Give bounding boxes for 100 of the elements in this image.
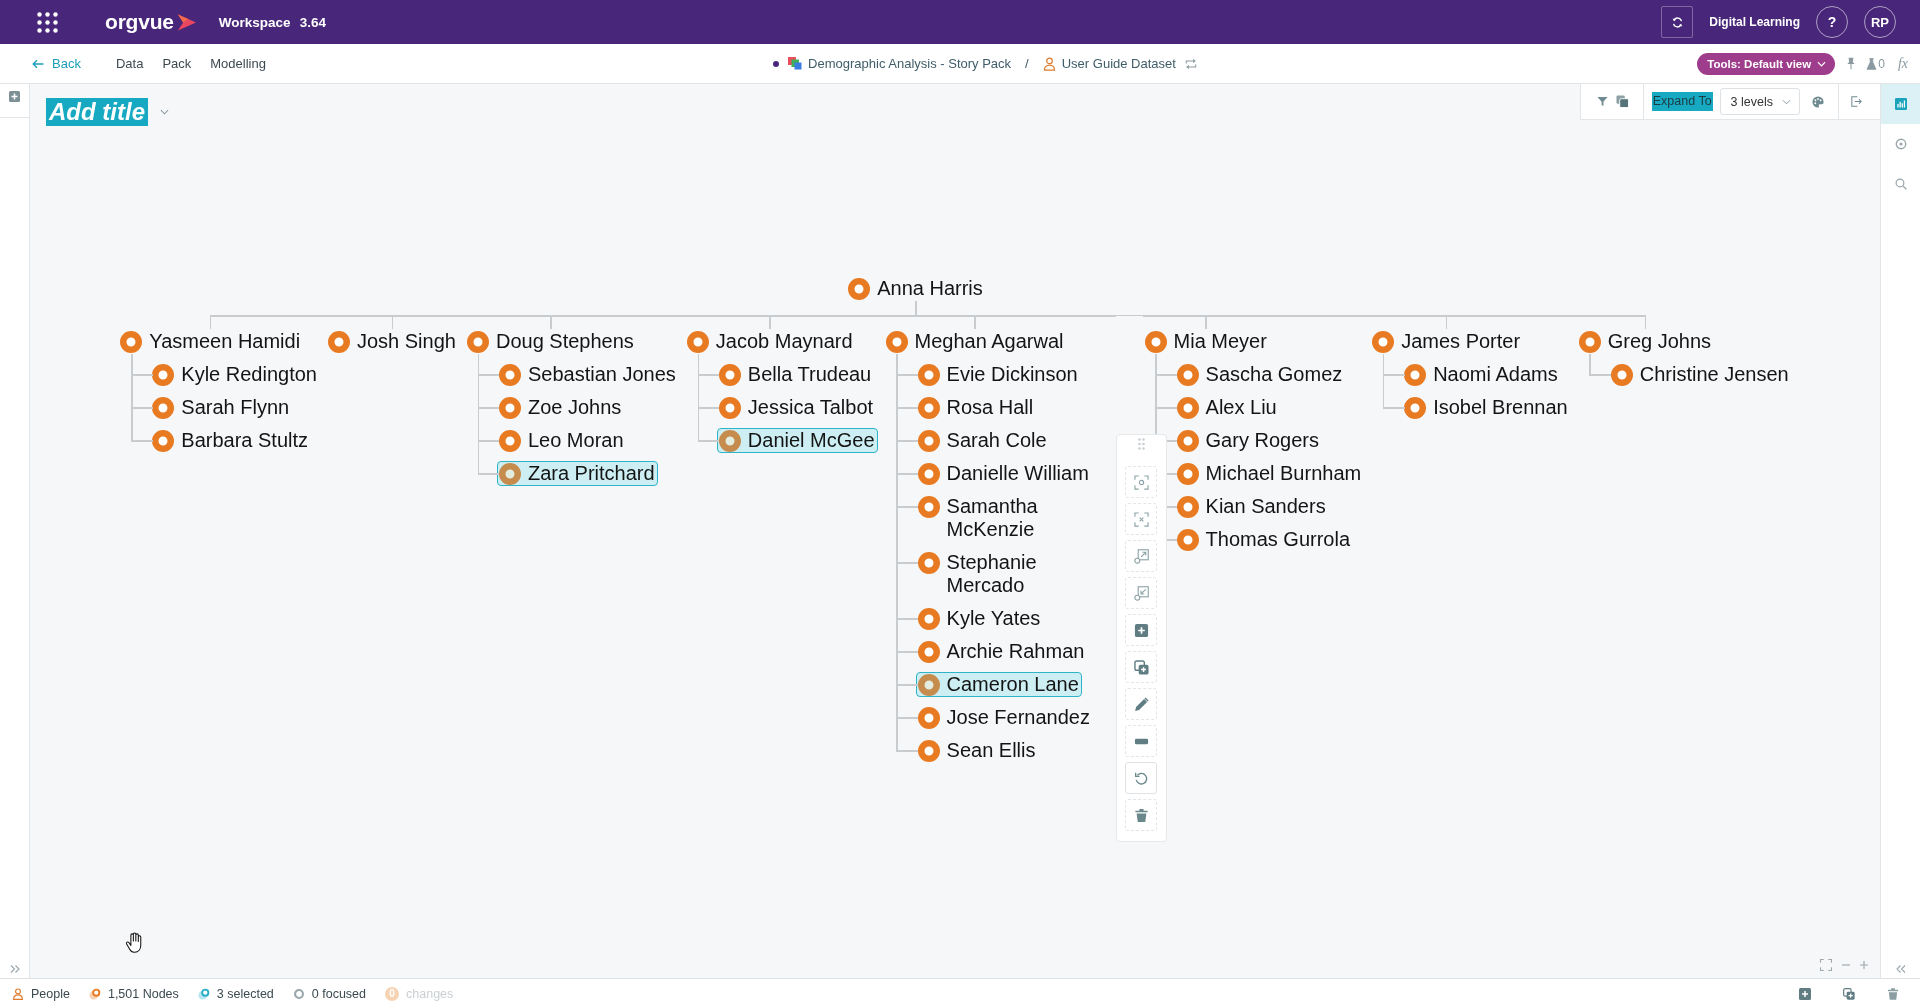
breadcrumb-link[interactable]: Demographic Analysis - Story Pack <box>808 56 1012 71</box>
tree-node[interactable]: Barbara Stultz <box>150 428 312 453</box>
undo-button[interactable] <box>1125 762 1158 794</box>
bracketed-x-icon <box>1133 511 1149 527</box>
chevron-down-icon[interactable] <box>160 109 169 115</box>
tree-node[interactable]: Isobel Brennan <box>1402 395 1571 420</box>
tree-node[interactable]: Anna Harris <box>846 276 986 301</box>
trash-icon[interactable] <box>1887 987 1899 1000</box>
nav-link[interactable]: Modelling <box>210 56 266 71</box>
tree-node[interactable]: Doug Stephens <box>464 329 637 354</box>
tree-node[interactable]: Gary Rogers <box>1174 428 1322 453</box>
breadcrumb-separator: / <box>1025 56 1029 71</box>
delete-button[interactable] <box>1125 799 1158 831</box>
focus-button[interactable] <box>1125 466 1158 498</box>
node-ring-icon <box>152 363 175 386</box>
tree-node[interactable]: Michael Burnham <box>1174 461 1365 486</box>
node-ring-icon <box>152 429 175 452</box>
node-ring-icon <box>917 363 940 386</box>
tree-node[interactable]: Zoe Johns <box>496 395 625 420</box>
arrow-out-square-icon <box>1133 548 1149 564</box>
tree-node[interactable]: Josh Singh <box>325 329 459 354</box>
zoom-out-icon[interactable] <box>1842 961 1850 969</box>
tree-node[interactable]: Jacob Maynard <box>684 329 856 354</box>
zoom-in-icon[interactable] <box>1860 961 1868 969</box>
chevron-down-icon <box>1782 98 1791 105</box>
node-ring-icon <box>1404 363 1427 386</box>
ring-icon <box>1894 138 1907 150</box>
levels-dropdown[interactable]: 3 levels <box>1719 88 1800 115</box>
product-name: Workspace <box>218 14 291 30</box>
node-ring-icon <box>917 640 940 663</box>
duplicate-icon[interactable] <box>1843 987 1855 1000</box>
tree-node[interactable]: Leo Moran <box>496 428 627 453</box>
person-icon <box>12 987 24 1000</box>
nav-link[interactable]: Data <box>115 56 144 71</box>
unfocus-button[interactable] <box>1125 503 1158 535</box>
tree-node[interactable]: Greg Johns <box>1576 329 1715 354</box>
tree-node[interactable]: Evie Dickinson <box>915 362 1081 387</box>
tree-node[interactable]: Sebastian Jones <box>496 362 679 387</box>
side-panel-tab[interactable] <box>1881 84 1920 124</box>
tree-node[interactable]: Cameron Lane <box>915 672 1082 697</box>
node-ring-icon <box>917 495 940 518</box>
filter-icon[interactable] <box>1596 96 1608 107</box>
tree-node[interactable]: Danielle William <box>915 461 1092 486</box>
tree-node[interactable]: Kyle Yates <box>915 606 1044 631</box>
sync-button[interactable] <box>1661 6 1694 38</box>
nav-link[interactable]: Pack <box>162 56 192 71</box>
tools-dropdown[interactable]: Tools: Default view <box>1697 52 1836 75</box>
edit-button[interactable] <box>1125 688 1158 720</box>
move-out-button[interactable] <box>1125 540 1158 572</box>
node-ring-icon <box>1176 528 1199 551</box>
tree-node[interactable]: Meghan Agarwal <box>883 329 1067 354</box>
double-chevron-left-icon[interactable] <box>1895 964 1906 974</box>
tree-node[interactable]: Zara Pritchard <box>496 461 658 486</box>
tree-node[interactable]: Rosa Hall <box>915 395 1037 420</box>
tree-node[interactable]: Archie Rahman <box>915 639 1088 664</box>
node-ring-icon <box>1176 396 1199 419</box>
stacked-squares-icon <box>788 57 803 70</box>
export-icon[interactable] <box>1851 96 1862 107</box>
breadcrumb-link[interactable]: User Guide Dataset <box>1061 56 1176 71</box>
tree-node[interactable]: James Porter <box>1370 329 1524 354</box>
trash-icon <box>1133 807 1149 823</box>
fullscreen-icon[interactable] <box>1820 959 1832 971</box>
tree-node[interactable]: Christine Jensen <box>1608 362 1792 387</box>
tree-node[interactable]: Samantha McKenzie <box>915 494 1110 542</box>
tree-node[interactable]: Jessica Talbot <box>716 395 877 420</box>
tree-node[interactable]: Sascha Gomez <box>1174 362 1346 387</box>
drag-handle-icon[interactable] <box>1137 438 1145 450</box>
duplicate-button[interactable] <box>1125 651 1158 683</box>
plus-square-icon[interactable] <box>1799 987 1811 1000</box>
node-ring-icon <box>885 330 908 353</box>
tree-node[interactable]: Naomi Adams <box>1402 362 1561 387</box>
tree-node[interactable]: Daniel McGee <box>716 428 878 453</box>
pin-icon[interactable] <box>1846 57 1857 70</box>
organisation-name[interactable]: Digital Learning <box>1709 15 1800 29</box>
status-text: 0 focused <box>311 986 367 1001</box>
tree-node[interactable]: Kian Sanders <box>1174 494 1329 519</box>
arrow-left-icon <box>32 58 44 69</box>
tree-node[interactable]: Sean Ellis <box>915 738 1039 763</box>
tree-node[interactable]: Mia Meyer <box>1142 329 1270 354</box>
remove-button[interactable] <box>1125 725 1158 757</box>
palette-icon[interactable] <box>1812 95 1824 108</box>
node-ring-icon <box>917 739 940 762</box>
add-square-icon[interactable] <box>9 91 20 102</box>
grid-icon[interactable] <box>37 11 58 33</box>
ring-icon <box>197 987 210 1000</box>
tree-node[interactable]: Stephanie Mercado <box>915 550 1110 598</box>
stacked-squares-icon[interactable] <box>1615 95 1629 108</box>
tree-node[interactable]: Thomas Gurrola <box>1174 527 1354 552</box>
tree-node[interactable]: Alex Liu <box>1174 395 1280 420</box>
tree-node[interactable]: Jose Fernandez <box>915 705 1093 730</box>
tree-node[interactable]: Sarah Flynn <box>150 395 293 420</box>
double-chevron-right-icon[interactable] <box>9 964 20 974</box>
tree-node[interactable]: Sarah Cole <box>915 428 1050 453</box>
tree-node[interactable]: Bella Trudeau <box>716 362 875 387</box>
move-in-button[interactable] <box>1125 577 1158 609</box>
node-ring-icon <box>327 330 350 353</box>
tree-node[interactable]: Kyle Redington <box>150 362 320 387</box>
add-node-button[interactable] <box>1125 614 1158 646</box>
repeat-icon[interactable] <box>1184 57 1197 70</box>
tree-node[interactable]: Yasmeen Hamidi <box>118 329 304 354</box>
